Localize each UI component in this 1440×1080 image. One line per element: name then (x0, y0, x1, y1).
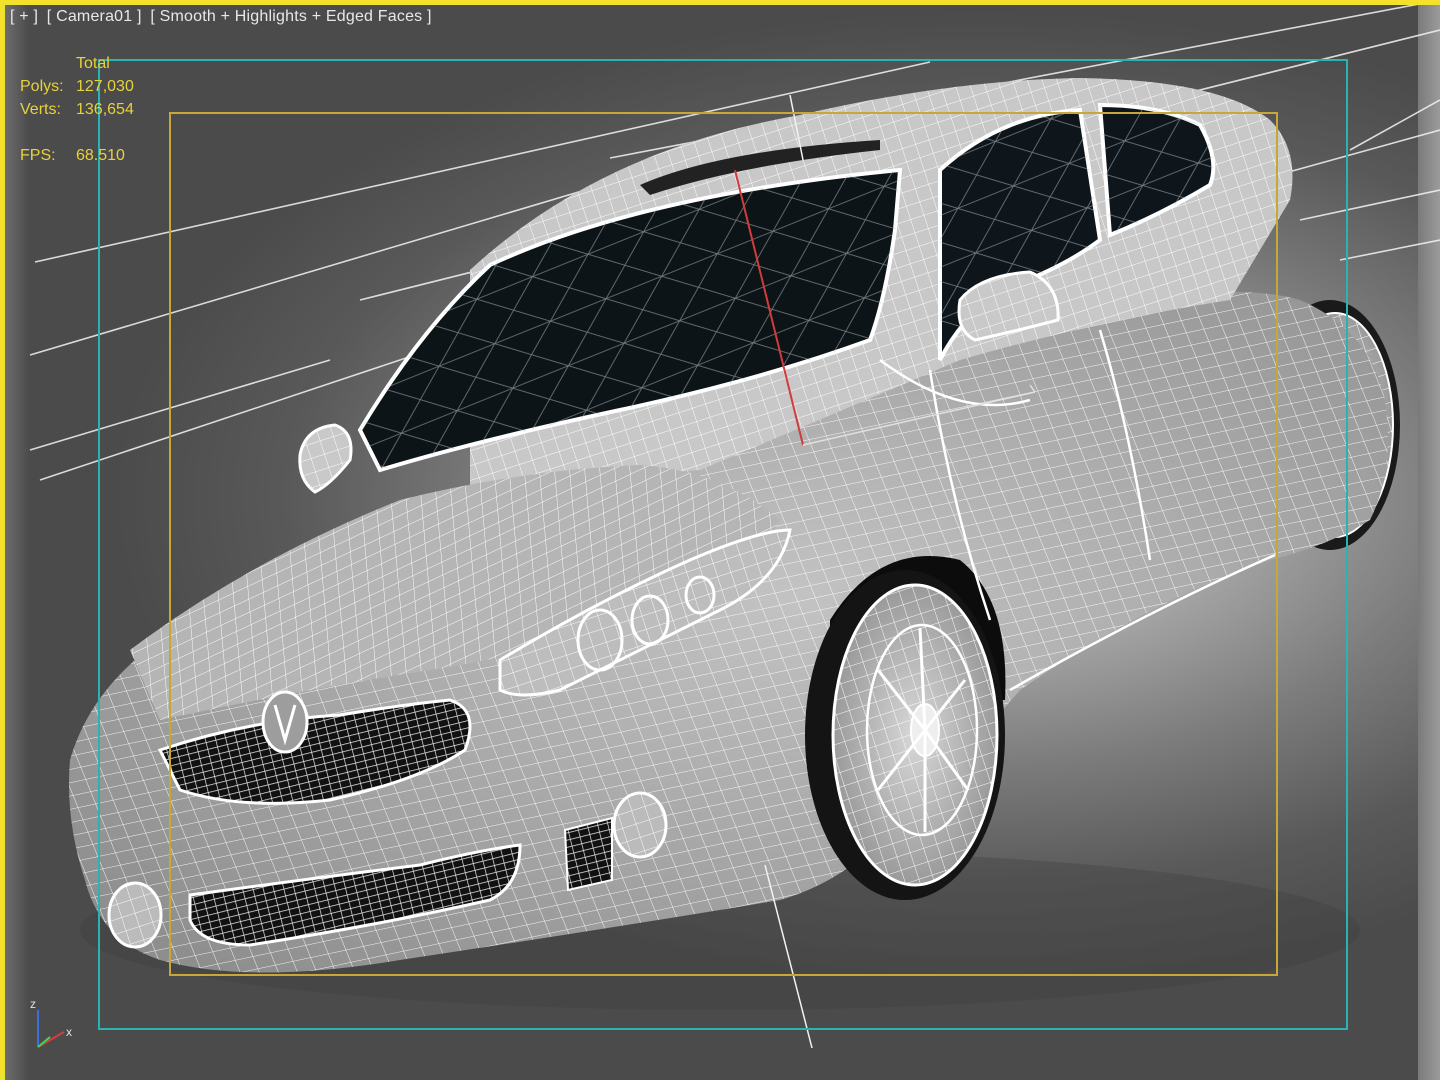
axis-x-label: x (66, 1025, 72, 1039)
stats-verts-row: Verts: 136,654 (20, 98, 134, 121)
viewport-general-menu[interactable]: [ + ] (10, 8, 38, 25)
viewport-label-menu: [ + ] [ Camera01 ] [ Smooth + Highlights… (10, 8, 436, 26)
stats-polys-value: 127,030 (76, 78, 134, 95)
stats-fps-row: FPS: 68.510 (20, 144, 134, 167)
stats-fps-value: 68.510 (76, 147, 125, 164)
stats-verts-value: 136,654 (76, 101, 134, 118)
viewport-camera01[interactable]: [ + ] [ Camera01 ] [ Smooth + Highlights… (0, 0, 1440, 1080)
safe-frame-action-area (169, 112, 1278, 976)
stats-polys-label: Polys: (20, 78, 64, 95)
axis-tripod-icon: z x (30, 997, 72, 1048)
stats-header: Total (76, 55, 110, 72)
stats-verts-label: Verts: (20, 101, 61, 118)
viewport-statistics: Total Polys: 127,030 Verts: 136,654 FPS:… (20, 52, 134, 167)
viewport-shading-menu[interactable]: [ Smooth + Highlights + Edged Faces ] (150, 8, 431, 25)
axis-z-label: z (30, 997, 36, 1011)
stats-polys-row: Polys: 127,030 (20, 75, 134, 98)
viewport-point-of-view-menu[interactable]: [ Camera01 ] (47, 8, 142, 25)
stats-fps-label: FPS: (20, 147, 56, 164)
